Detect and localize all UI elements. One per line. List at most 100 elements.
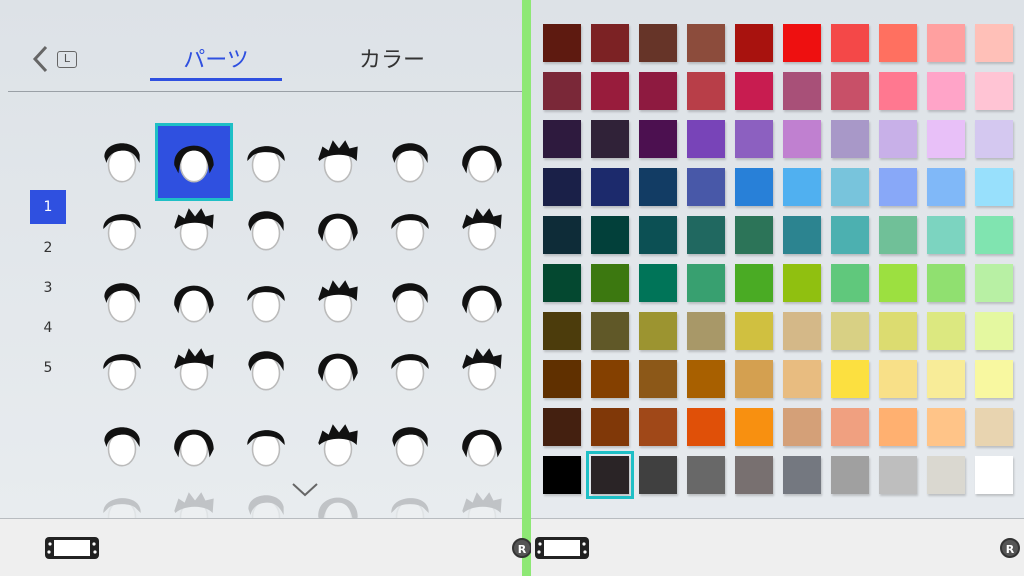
color-swatch[interactable]	[975, 24, 1013, 62]
color-swatch[interactable]	[543, 456, 581, 494]
color-swatch[interactable]	[975, 312, 1013, 350]
color-swatch[interactable]	[543, 312, 581, 350]
color-swatch[interactable]	[543, 264, 581, 302]
color-swatch[interactable]	[927, 312, 965, 350]
hairstyle-option-side-part-right[interactable]	[230, 194, 302, 266]
hairstyle-option-spiky-top[interactable]	[302, 266, 374, 338]
color-swatch[interactable]	[687, 264, 725, 302]
color-swatch[interactable]	[879, 168, 917, 206]
color-swatch[interactable]	[831, 120, 869, 158]
color-swatch[interactable]	[543, 168, 581, 206]
color-swatch[interactable]	[975, 360, 1013, 398]
hairstyle-option-curly-short[interactable]	[86, 334, 158, 406]
hairstyle-option-long-side[interactable]	[158, 410, 230, 482]
color-swatch[interactable]	[687, 408, 725, 446]
color-swatch[interactable]	[927, 456, 965, 494]
color-swatch[interactable]	[591, 408, 629, 446]
color-swatch[interactable]	[543, 408, 581, 446]
color-swatch[interactable]	[927, 216, 965, 254]
color-swatch[interactable]	[639, 168, 677, 206]
hairstyle-option-curly-top[interactable]	[302, 334, 374, 406]
color-swatch[interactable]	[879, 24, 917, 62]
color-swatch[interactable]	[639, 72, 677, 110]
color-swatch[interactable]	[639, 24, 677, 62]
hairstyle-option-middle-part[interactable]	[374, 194, 446, 266]
color-swatch[interactable]	[735, 408, 773, 446]
color-swatch[interactable]	[783, 72, 821, 110]
color-swatch[interactable]	[975, 408, 1013, 446]
color-swatch[interactable]	[831, 24, 869, 62]
color-swatch[interactable]	[639, 120, 677, 158]
hairstyle-option-side-part-left[interactable]	[86, 194, 158, 266]
color-swatch[interactable]	[687, 360, 725, 398]
color-swatch[interactable]	[975, 72, 1013, 110]
color-swatch[interactable]	[543, 120, 581, 158]
color-swatch[interactable]	[591, 168, 629, 206]
color-swatch[interactable]	[783, 360, 821, 398]
color-swatch[interactable]	[639, 360, 677, 398]
color-swatch[interactable]	[831, 312, 869, 350]
hairstyle-option-curly-round[interactable]	[446, 334, 518, 406]
color-swatch[interactable]	[735, 456, 773, 494]
color-swatch[interactable]	[783, 216, 821, 254]
color-swatch[interactable]	[927, 72, 965, 110]
hairstyle-option-pompadour[interactable]	[230, 266, 302, 338]
color-swatch[interactable]	[687, 216, 725, 254]
color-swatch[interactable]	[591, 24, 629, 62]
color-swatch[interactable]	[735, 120, 773, 158]
color-swatch[interactable]	[783, 264, 821, 302]
color-swatch[interactable]	[591, 216, 629, 254]
color-swatch[interactable]	[879, 312, 917, 350]
color-swatch[interactable]	[735, 168, 773, 206]
color-swatch[interactable]	[927, 24, 965, 62]
hairstyle-option-spiky-long[interactable]	[374, 126, 446, 198]
hairstyle-option-swept-back[interactable]	[374, 266, 446, 338]
hairstyle-option-side-part-small[interactable]	[158, 194, 230, 266]
color-swatch[interactable]	[735, 72, 773, 110]
color-swatch[interactable]	[687, 72, 725, 110]
color-swatch[interactable]	[783, 312, 821, 350]
hairstyle-option-long-straight[interactable]	[230, 410, 302, 482]
color-swatch[interactable]	[879, 360, 917, 398]
color-swatch[interactable]	[975, 216, 1013, 254]
color-swatch[interactable]	[831, 72, 869, 110]
hairstyle-option-spiky-short[interactable]	[302, 126, 374, 198]
color-swatch[interactable]	[591, 72, 629, 110]
color-swatch[interactable]	[975, 264, 1013, 302]
color-swatch[interactable]	[543, 216, 581, 254]
color-swatch[interactable]	[591, 264, 629, 302]
color-swatch[interactable]	[543, 24, 581, 62]
color-swatch[interactable]	[687, 312, 725, 350]
hairstyle-option-swoop-right[interactable]	[302, 194, 374, 266]
hairstyle-option-curly-wide[interactable]	[374, 334, 446, 406]
color-swatch[interactable]	[927, 168, 965, 206]
color-swatch[interactable]	[927, 360, 965, 398]
color-swatch[interactable]	[591, 120, 629, 158]
color-swatch[interactable]	[783, 120, 821, 158]
color-swatch[interactable]	[879, 120, 917, 158]
color-swatch[interactable]	[927, 264, 965, 302]
color-swatch[interactable]	[687, 456, 725, 494]
hairstyle-option-curly-side[interactable]	[230, 334, 302, 406]
color-swatch[interactable]	[735, 360, 773, 398]
color-swatch[interactable]	[879, 264, 917, 302]
color-swatch[interactable]	[975, 168, 1013, 206]
color-swatch[interactable]	[735, 312, 773, 350]
color-swatch[interactable]	[639, 312, 677, 350]
hairstyle-option-messy-spiky[interactable]	[446, 266, 518, 338]
color-swatch[interactable]	[639, 408, 677, 446]
color-swatch[interactable]	[975, 120, 1013, 158]
color-swatch[interactable]	[543, 360, 581, 398]
color-swatch[interactable]	[639, 264, 677, 302]
color-swatch[interactable]	[639, 456, 677, 494]
hairstyle-option-long-bob[interactable]	[158, 266, 230, 338]
color-swatch[interactable]	[586, 451, 634, 499]
hairstyle-option-afro-spiky[interactable]	[86, 410, 158, 482]
color-swatch[interactable]	[879, 72, 917, 110]
hairstyle-option-widow-peak[interactable]	[446, 194, 518, 266]
color-swatch[interactable]	[783, 456, 821, 494]
color-swatch[interactable]	[831, 360, 869, 398]
color-swatch[interactable]	[591, 312, 629, 350]
color-swatch[interactable]	[879, 408, 917, 446]
hairstyle-option-curly-volume[interactable]	[158, 334, 230, 406]
